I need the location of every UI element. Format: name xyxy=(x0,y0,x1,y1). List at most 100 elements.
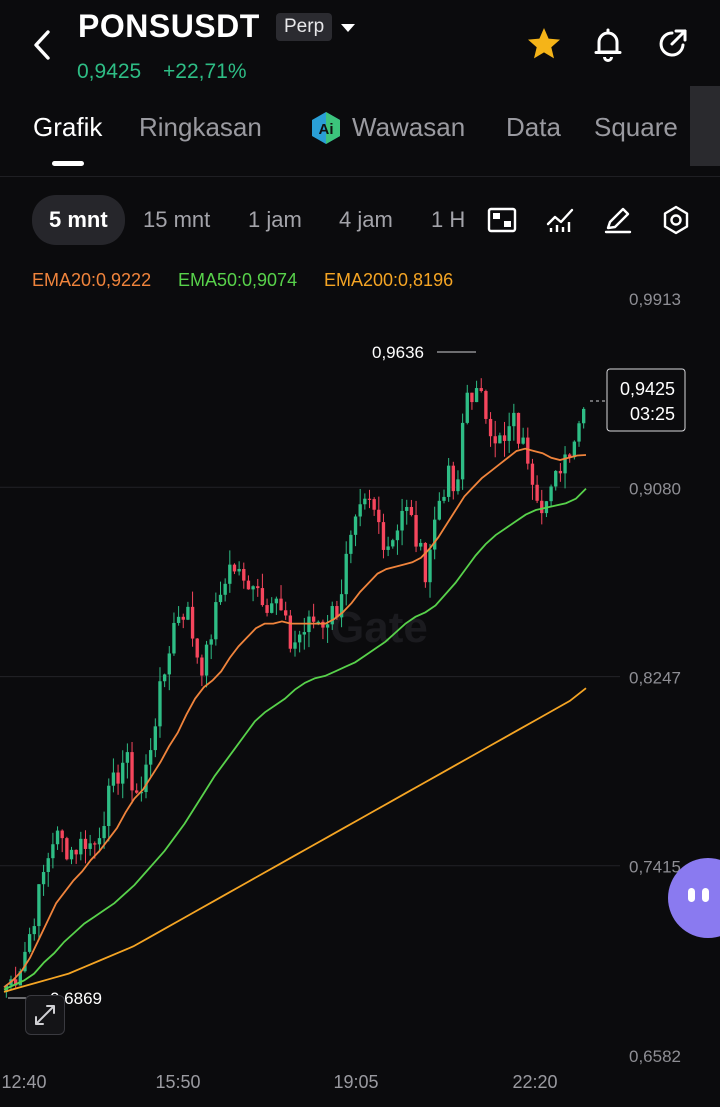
candle xyxy=(512,412,516,427)
divider xyxy=(0,176,720,177)
candle xyxy=(51,844,55,859)
candle xyxy=(130,752,134,791)
candle xyxy=(423,542,428,583)
interval-4h[interactable]: 4 jam xyxy=(339,207,393,233)
candle xyxy=(176,616,181,623)
expand-icon xyxy=(35,1005,55,1025)
candle xyxy=(442,496,446,501)
tab-data[interactable]: Data xyxy=(506,112,561,143)
header: PONSUSDT Perp 0,9425 +22,71% xyxy=(0,0,720,100)
candle xyxy=(563,454,567,474)
candle xyxy=(69,849,74,860)
candle xyxy=(121,762,125,784)
candle xyxy=(148,750,153,765)
candle xyxy=(437,500,442,520)
tabs-scroll-fade xyxy=(690,86,720,166)
candle xyxy=(162,674,167,682)
tab-ringkasan[interactable]: Ringkasan xyxy=(139,112,262,143)
layout-icon[interactable] xyxy=(486,204,518,236)
candle xyxy=(465,392,469,423)
draw-icon[interactable] xyxy=(602,204,634,236)
svg-text:Ai: Ai xyxy=(319,121,334,138)
candle xyxy=(577,423,581,442)
candle xyxy=(228,564,232,584)
candle xyxy=(256,586,260,589)
candle xyxy=(223,583,227,595)
star-icon[interactable] xyxy=(524,24,564,64)
candle xyxy=(284,610,288,616)
candle xyxy=(572,441,577,458)
high-label: 0,9636 xyxy=(372,343,424,362)
candle xyxy=(190,606,195,639)
candle xyxy=(60,830,64,839)
candle xyxy=(232,564,237,572)
candle xyxy=(386,546,390,550)
candle xyxy=(55,830,60,845)
candle xyxy=(274,598,279,604)
share-icon[interactable] xyxy=(652,24,692,64)
candle xyxy=(488,418,493,437)
candle xyxy=(498,435,502,444)
interval-1d[interactable]: 1 H xyxy=(431,207,465,233)
interval-1h[interactable]: 1 jam xyxy=(248,207,302,233)
candle xyxy=(358,504,362,517)
candle xyxy=(93,843,97,845)
candle xyxy=(172,622,176,654)
candle xyxy=(246,580,251,590)
candle xyxy=(521,437,525,444)
ema200-line xyxy=(3,687,587,993)
candle xyxy=(204,644,209,676)
indicator-icon[interactable] xyxy=(544,204,576,236)
candle xyxy=(102,826,106,839)
candle xyxy=(200,657,204,676)
settings-icon[interactable] xyxy=(660,204,692,236)
tab-wawasan[interactable]: Wawasan xyxy=(352,112,465,143)
chevron-down-icon[interactable] xyxy=(340,22,356,34)
x-tick-label: 22:20 xyxy=(512,1072,557,1092)
price-chart[interactable]: 0,99130,90800,82470,74150,6582Gate0,9636… xyxy=(0,255,720,1107)
candle xyxy=(65,838,69,860)
fullscreen-button[interactable] xyxy=(25,995,65,1035)
candle xyxy=(251,586,255,590)
candle xyxy=(37,884,41,927)
candle xyxy=(474,388,479,403)
candle xyxy=(288,615,293,649)
symbol-title[interactable]: PONSUSDT xyxy=(78,8,260,45)
countdown-label: 03:25 xyxy=(630,404,675,424)
candle xyxy=(214,602,218,640)
tab-grafik[interactable]: Grafik xyxy=(33,112,102,143)
ai-icon: Ai xyxy=(312,112,340,144)
candle xyxy=(88,843,92,849)
candle xyxy=(507,426,511,441)
bell-icon[interactable] xyxy=(588,24,628,64)
tab-square[interactable]: Square xyxy=(594,112,678,143)
y-tick-label: 0,7415 xyxy=(629,858,681,877)
candle xyxy=(530,463,535,485)
main-tabs: Grafik Ringkasan Ai Wawasan Data Square xyxy=(0,100,720,170)
candle xyxy=(321,621,325,628)
x-tick-label: 15:50 xyxy=(155,1072,200,1092)
candle xyxy=(493,436,497,444)
candle xyxy=(460,422,465,480)
candle xyxy=(153,726,157,751)
candle xyxy=(349,534,353,554)
candle xyxy=(428,549,432,583)
candle xyxy=(167,653,171,675)
candle xyxy=(446,465,451,497)
y-tick-label: 0,6582 xyxy=(629,1047,681,1066)
candle xyxy=(367,498,372,500)
candle xyxy=(419,542,423,547)
candle xyxy=(135,790,139,793)
candle xyxy=(97,838,102,845)
candle xyxy=(111,772,116,786)
candle xyxy=(344,553,348,595)
interval-5m[interactable]: 5 mnt xyxy=(32,195,125,245)
candle xyxy=(265,605,269,613)
back-arrow-icon[interactable] xyxy=(22,20,62,70)
candle xyxy=(558,470,563,474)
interval-15m[interactable]: 15 mnt xyxy=(143,207,210,233)
candle xyxy=(470,392,474,403)
candle xyxy=(581,408,586,424)
candle xyxy=(107,785,111,827)
candle xyxy=(297,634,302,643)
